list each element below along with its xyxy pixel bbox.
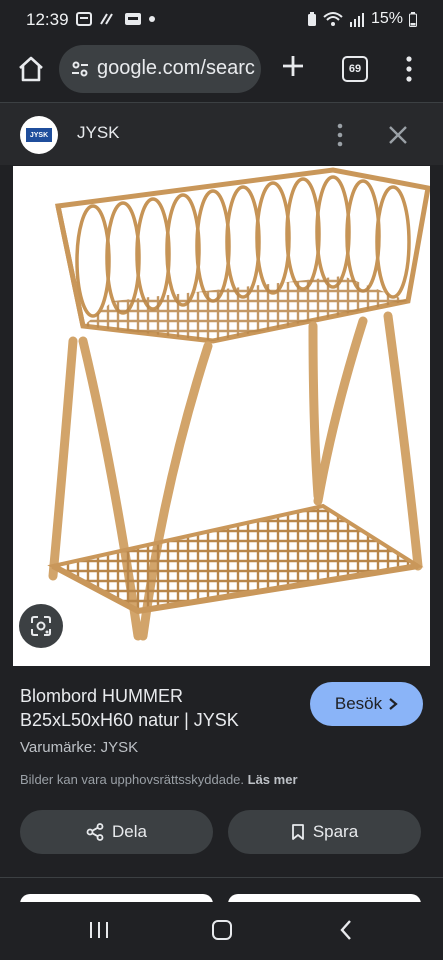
gallery-notification-icon xyxy=(76,12,92,26)
signal-icon xyxy=(349,12,364,27)
divider xyxy=(0,877,443,878)
lens-icon xyxy=(31,616,51,636)
copyright-text: Bilder kan vara upphovsrättsskyddade. xyxy=(20,772,245,787)
wifi-calling-icon xyxy=(100,13,113,25)
notification-dot-icon xyxy=(149,16,155,22)
close-icon[interactable] xyxy=(388,125,408,145)
tab-switcher-button[interactable]: 69 xyxy=(342,56,368,82)
result-site-header: JYSK JYSK xyxy=(0,102,443,165)
more-options-icon[interactable] xyxy=(404,56,414,82)
message-notification-icon xyxy=(125,13,141,25)
learn-more-link[interactable]: Läs mer xyxy=(248,772,298,787)
status-time: 12:39 xyxy=(26,10,69,29)
recent-apps-icon[interactable] xyxy=(88,920,110,940)
site-settings-icon[interactable] xyxy=(70,59,90,79)
new-tab-icon[interactable] xyxy=(280,53,306,79)
battery-icon xyxy=(409,11,417,27)
system-nav-bar xyxy=(0,902,443,960)
visit-button-label: Besök xyxy=(334,694,383,713)
brand-text: Varumärke: JYSK xyxy=(20,739,139,756)
logo-text: JYSK xyxy=(26,128,52,142)
home-button-icon[interactable] xyxy=(212,920,232,940)
address-bar[interactable]: google.com/searc xyxy=(59,45,261,93)
browser-toolbar: google.com/searc 69 xyxy=(0,40,443,100)
battery-saver-icon xyxy=(307,11,316,26)
url-text[interactable]: google.com/searc xyxy=(97,57,255,80)
product-image[interactable] xyxy=(13,166,430,666)
copyright-notice: Bilder kan vara upphovsrättsskyddade. Lä… xyxy=(20,772,298,787)
visit-button[interactable]: Besök xyxy=(310,682,423,726)
status-bar: 12:39 15% xyxy=(0,0,443,40)
chevron-right-icon xyxy=(389,698,398,710)
save-button[interactable]: Spara xyxy=(228,810,421,854)
result-title[interactable]: Blombord HUMMER B25xL50xH60 natur | JYSK xyxy=(20,684,300,732)
bookmark-icon xyxy=(291,824,304,840)
more-vert-icon[interactable] xyxy=(335,123,345,147)
save-button-label: Spara xyxy=(312,822,359,841)
site-logo: JYSK xyxy=(20,116,58,154)
share-icon xyxy=(86,823,104,841)
battery-percent: 15% xyxy=(370,10,403,27)
home-icon[interactable] xyxy=(16,54,46,84)
share-button[interactable]: Dela xyxy=(20,810,213,854)
back-icon[interactable] xyxy=(338,918,354,942)
lens-button[interactable] xyxy=(19,604,63,648)
wifi-icon xyxy=(323,12,343,26)
plant-stand-illustration xyxy=(47,167,430,641)
share-button-label: Dela xyxy=(112,822,147,841)
site-name[interactable]: JYSK xyxy=(77,123,120,143)
